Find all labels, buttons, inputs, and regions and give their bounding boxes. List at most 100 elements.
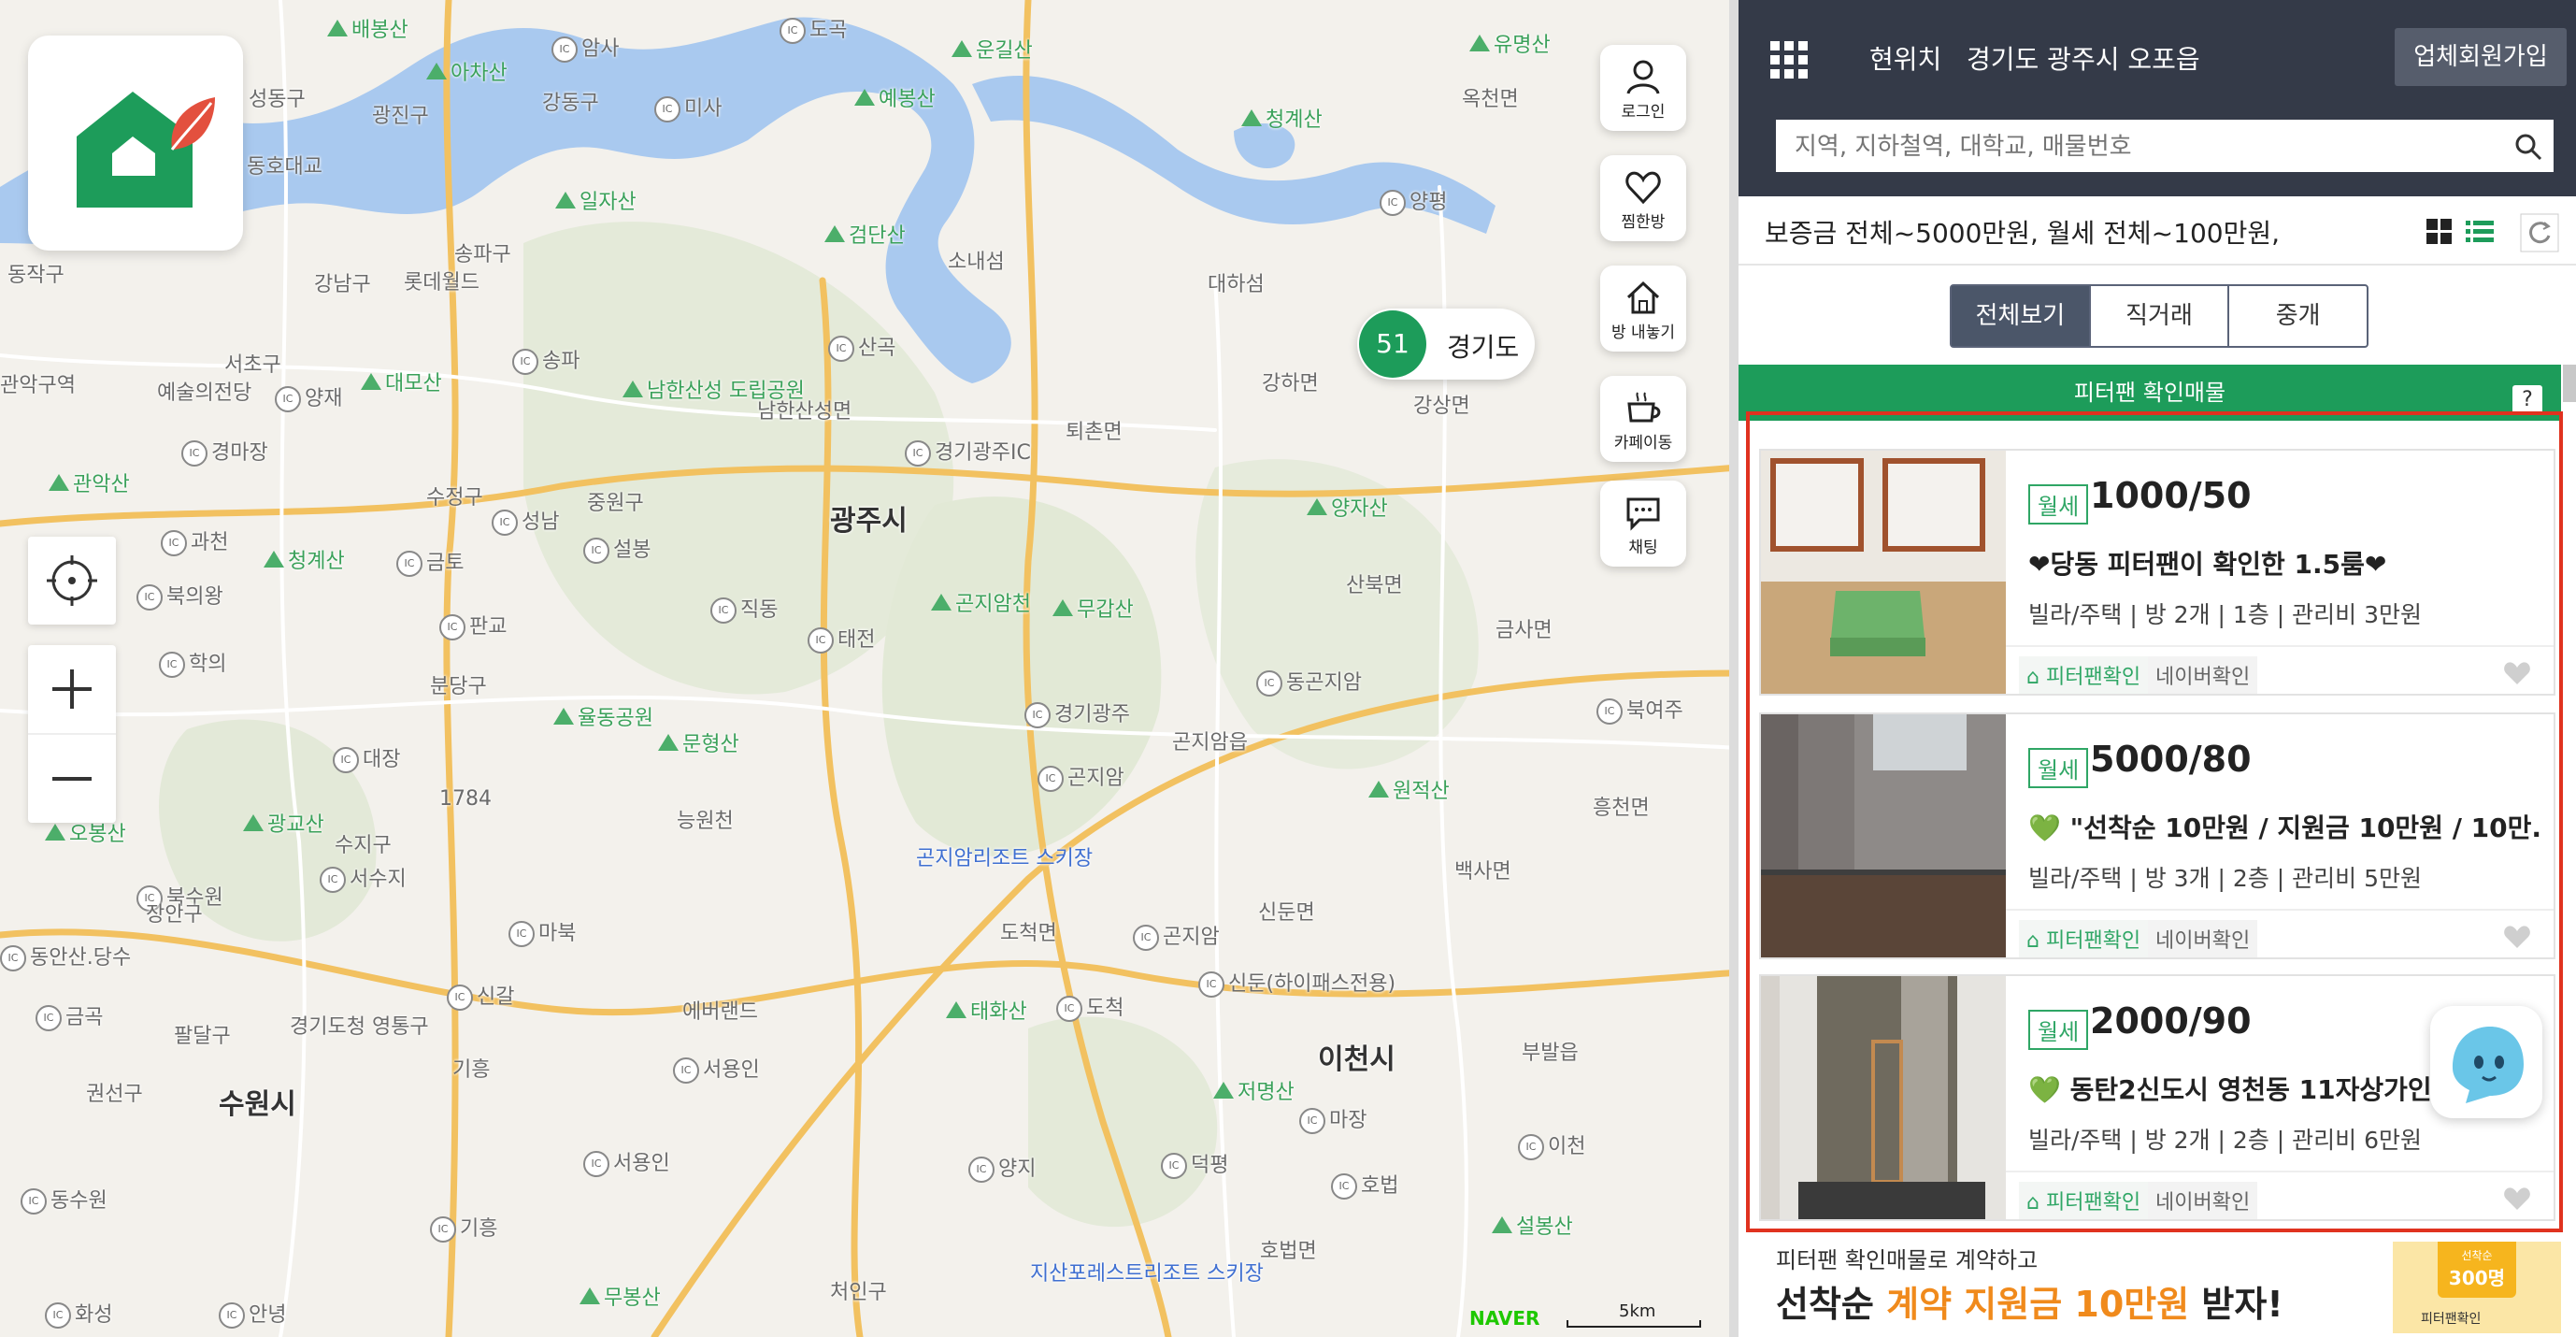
map-place-label: 금사면	[1496, 619, 1553, 642]
search-icon[interactable]	[2514, 133, 2542, 161]
interchange-icon: IC	[1038, 766, 1064, 792]
current-location[interactable]: 경기도 광주시 오포읍	[1967, 39, 2200, 77]
mountain-icon	[264, 551, 284, 568]
map-place-label: 곤지암리조트 스키장	[916, 847, 1094, 870]
map-place-label: IC 대장	[333, 742, 400, 773]
scrollbar-thumb[interactable]	[2563, 365, 2576, 402]
grid-menu-icon[interactable]	[1770, 41, 1808, 79]
chat-button[interactable]: 채팅	[1600, 481, 1686, 567]
mountain-icon	[946, 1001, 966, 1018]
map-place-label: IC 학의	[159, 647, 226, 678]
listing-card[interactable]: 월세 5000/80 💚 "선착순 10만원 / 지원금 10만원 / 10만.…	[1759, 712, 2555, 959]
map-place-label: IC 동안산.당수	[0, 941, 131, 971]
cup-icon	[1627, 392, 1661, 423]
mountain-icon	[243, 814, 264, 831]
map-place-label: IC 도척	[1056, 991, 1123, 1022]
listing-info: 빌라/주택 | 방 2개 | 1층 | 관리비 3만원	[2028, 601, 2422, 628]
map-place-label: 율동공원	[553, 701, 653, 731]
map-place-label: IC 암사	[551, 32, 619, 63]
business-signup-button[interactable]: 업체회원가입	[2395, 28, 2567, 86]
map-place-label: IC 북여주	[1596, 694, 1683, 725]
chatbot-button[interactable]	[2430, 1006, 2542, 1118]
map-place-label: 산북면	[1346, 574, 1403, 597]
interchange-icon: IC	[1133, 925, 1159, 951]
mountain-icon	[1052, 599, 1073, 616]
map-place-label: 관악구역	[0, 374, 76, 397]
tab-broker[interactable]: 중개	[2229, 286, 2367, 346]
interchange-icon: IC	[905, 440, 931, 467]
map-place-label: 저명산	[1213, 1075, 1295, 1105]
list-view-icon[interactable]	[2466, 219, 2494, 245]
tab-all[interactable]: 전체보기	[1952, 286, 2091, 346]
heart-icon	[1625, 171, 1661, 205]
interchange-icon: IC	[654, 96, 680, 122]
map-place-label: 경기도청 영통구	[290, 1015, 429, 1039]
map-place-label: 강동구	[542, 92, 599, 115]
peterpan-verified-badge: ⌂ 피터팬확인	[2019, 656, 2149, 694]
map-place-label: 퇴촌면	[1066, 421, 1123, 444]
listing-info: 빌라/주택 | 방 3개 | 2층 | 관리비 5만원	[2028, 865, 2422, 892]
map-place-label: IC 곤지암	[1133, 920, 1220, 951]
map-place-label: IC 마북	[508, 916, 576, 947]
favorite-heart-icon[interactable]	[2503, 660, 2531, 686]
map-place-label: 곤지암천	[931, 587, 1031, 617]
map-place-label: 기흥	[452, 1058, 491, 1082]
listing-title: 💚 "선착순 10만원 / 지원금 10만원 / 10만...	[2028, 812, 2542, 843]
search-input[interactable]	[1776, 120, 2507, 174]
region-cluster-marker[interactable]: 51 경기도	[1357, 309, 1535, 380]
listing-card[interactable]: 월세 1000/50 ❤당동 피터팬이 확인한 1.5룸❤ 빌라/주택 | 방 …	[1759, 449, 2555, 696]
promo-banner[interactable]: 피터팬 확인매물로 계약하고 선착순 계약 지원금 10만원 받자! 선착순 3…	[1739, 1232, 2576, 1337]
naver-verified-badge: 네이버확인	[2148, 920, 2258, 957]
promo-envelope: 선착순 300명 피터팬확인	[2393, 1242, 2561, 1333]
list-room-button[interactable]: 방 내놓기	[1600, 266, 1686, 352]
tab-direct[interactable]: 직거래	[2091, 286, 2230, 346]
interchange-icon: IC	[512, 349, 538, 375]
map-place-label: 양자산	[1307, 492, 1388, 522]
zoom-in-button[interactable]	[28, 645, 116, 735]
map-base	[0, 0, 1739, 1337]
peterpan-verified-badge: ⌂ 피터팬확인	[2019, 1182, 2149, 1219]
app-logo[interactable]	[28, 36, 243, 251]
map-place-label: 분당구	[430, 675, 487, 698]
map-place-label: 아차산	[426, 56, 508, 86]
chat-label: 채팅	[1628, 539, 1658, 557]
cafe-move-label: 카페이동	[1613, 434, 1673, 453]
mountain-icon	[580, 1287, 600, 1304]
cafe-move-button[interactable]: 카페이동	[1600, 376, 1686, 462]
favorites-button[interactable]: 찜한방	[1600, 155, 1686, 241]
map-place-label: 호법면	[1260, 1240, 1317, 1263]
map-place-label: 백사면	[1454, 860, 1511, 884]
map-place-label: IC 곤지암	[1038, 761, 1124, 792]
map-place-label: IC 판교	[439, 610, 507, 640]
map-place-label: 태화산	[946, 995, 1027, 1025]
map-place-label: 서초구	[224, 353, 281, 377]
mountain-icon	[658, 734, 679, 751]
mountain-icon	[1307, 498, 1327, 515]
zoom-out-button[interactable]	[28, 735, 116, 823]
map-place-label: IC 경기광주IC	[905, 436, 1031, 467]
mountain-icon	[1241, 109, 1262, 126]
favorite-heart-icon[interactable]	[2503, 924, 2531, 950]
favorite-heart-icon[interactable]	[2503, 1186, 2531, 1212]
map-place-label: IC 설봉	[583, 533, 651, 564]
login-button[interactable]: 로그인	[1600, 45, 1686, 131]
map-canvas[interactable]: 배봉산 아차산 IC 암사 IC 도곡 운길산 유명산 성동구 광진구 강동구 IC 미사 예봉산 옥천면 동…	[0, 0, 1739, 1337]
favorites-label: 찜한방	[1621, 213, 1666, 232]
refresh-icon[interactable]	[2520, 213, 2559, 252]
grid-view-icon[interactable]	[2426, 219, 2453, 245]
interchange-icon: IC	[161, 530, 187, 556]
map-place-label: 1784	[439, 787, 492, 811]
map-place-label: 광진구	[372, 105, 429, 128]
map-place-label: IC 서용인	[583, 1146, 670, 1177]
mountain-icon	[1368, 781, 1389, 798]
map-place-label: 부발읍	[1522, 1042, 1579, 1065]
my-location-button[interactable]	[28, 537, 116, 625]
interchange-icon: IC	[710, 597, 737, 624]
map-place-label: 권선구	[86, 1083, 143, 1106]
interchange-icon: IC	[1518, 1134, 1544, 1160]
map-place-label: 에버랜드	[682, 1000, 758, 1024]
naver-verified-badge: 네이버확인	[2148, 1182, 2258, 1219]
map-place-label: 장안구	[146, 903, 203, 927]
map-place-label: 도척면	[1000, 922, 1057, 945]
filter-summary[interactable]: 보증금 전체~5000만원, 월세 전체~100만원,	[1765, 213, 2280, 251]
